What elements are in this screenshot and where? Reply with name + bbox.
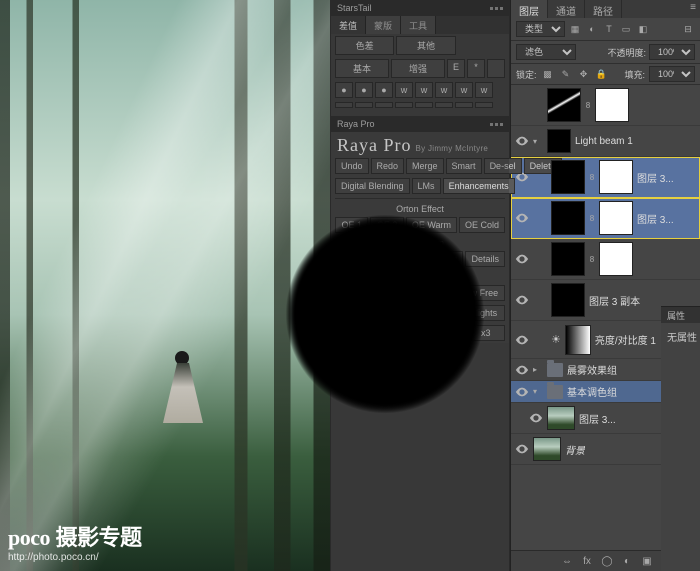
layer-thumb[interactable] [547, 406, 575, 430]
folder-icon [547, 385, 563, 399]
layer-mask[interactable] [599, 201, 633, 235]
layer-mask[interactable] [565, 325, 591, 355]
layer-thumb[interactable] [533, 437, 561, 461]
layer-thumb[interactable] [551, 242, 585, 276]
folder-icon [547, 363, 563, 377]
layer-row-selected[interactable]: 8 图层 3... [511, 198, 700, 239]
layer-thumb[interactable] [551, 283, 585, 317]
